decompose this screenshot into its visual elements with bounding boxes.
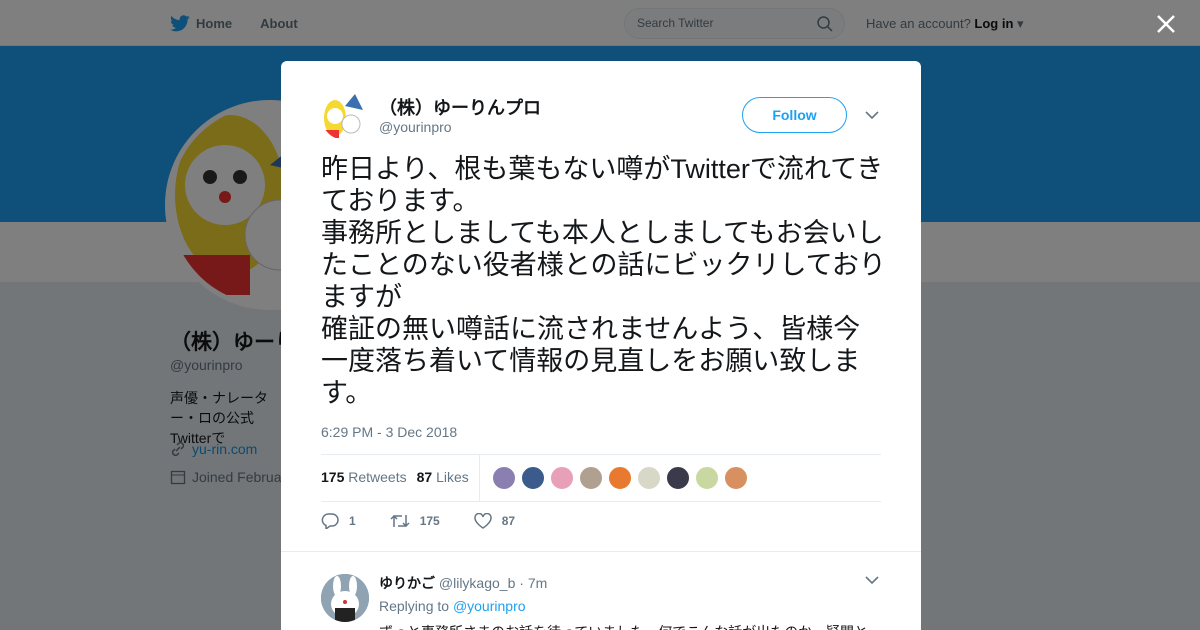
retweets-count: 175: [321, 469, 345, 485]
likes-label: Likes: [436, 469, 469, 485]
reply-separator: ·: [519, 575, 524, 591]
liker-avatar[interactable]: [695, 466, 719, 490]
liker-avatars: [492, 466, 748, 490]
reply-icon: [321, 513, 339, 529]
stats-counts: 175 Retweets 87 Likes: [321, 469, 469, 485]
avatar-illustration: [321, 574, 369, 622]
replying-prefix: Replying to: [379, 598, 450, 614]
retweets-label: Retweets: [348, 469, 407, 485]
reply-button[interactable]: 1: [321, 513, 356, 529]
reply-author-name[interactable]: ゆりかご: [379, 575, 435, 591]
follow-button[interactable]: Follow: [742, 97, 847, 133]
tweet-modal: （株）ゆーりんプロ @yourinpro Follow 昨日より、根も葉もない噂…: [281, 61, 921, 630]
like-count: 87: [501, 514, 516, 528]
stats-divider: [479, 455, 480, 501]
tweet-author-handle[interactable]: @yourinpro: [379, 119, 452, 135]
tweet-actions: 1 175 87: [321, 513, 549, 529]
liker-avatar[interactable]: [492, 466, 516, 490]
replying-to: Replying to @yourinpro: [379, 598, 526, 614]
liker-avatar[interactable]: [724, 466, 748, 490]
liker-avatar[interactable]: [521, 466, 545, 490]
heart-icon: [473, 513, 492, 529]
like-button[interactable]: 87: [473, 513, 516, 529]
likes-stat[interactable]: 87 Likes: [417, 469, 469, 485]
reply-count: 1: [349, 514, 356, 528]
avatar-illustration: [321, 92, 369, 140]
liker-avatar[interactable]: [550, 466, 574, 490]
reply-time[interactable]: 7m: [528, 575, 547, 591]
chevron-down-icon[interactable]: [865, 575, 879, 585]
liker-avatar[interactable]: [579, 466, 603, 490]
liker-avatar[interactable]: [637, 466, 661, 490]
likes-count: 87: [416, 469, 433, 485]
tweet-author-name[interactable]: （株）ゆーりんプロ: [379, 94, 541, 120]
tweet-text: 昨日より、根も葉もない噂がTwitterで流れてきております。 事務所としまして…: [321, 154, 886, 408]
tweet-stats: 175 Retweets 87 Likes: [321, 454, 881, 502]
reply-text: ずっと事務所さまのお話を待っていました。何でこんな話が出たのか、疑問と: [379, 622, 879, 630]
tweet-timestamp[interactable]: 6:29 PM - 3 Dec 2018: [321, 424, 457, 440]
close-icon[interactable]: [1152, 10, 1180, 38]
retweet-count: 175: [419, 514, 440, 528]
tweet-avatar[interactable]: [321, 92, 369, 140]
retweet-icon: [390, 514, 410, 528]
liker-avatar[interactable]: [666, 466, 690, 490]
retweets-stat[interactable]: 175 Retweets: [321, 469, 407, 485]
reply-avatar[interactable]: [321, 574, 369, 622]
chevron-down-icon[interactable]: [865, 110, 879, 120]
retweet-button[interactable]: 175: [390, 513, 440, 529]
reply-author-handle[interactable]: @lilykago_b: [439, 575, 515, 591]
liker-avatar[interactable]: [608, 466, 632, 490]
reply-divider: [281, 551, 921, 552]
replying-to-link[interactable]: @yourinpro: [453, 598, 526, 614]
reply-header: ゆりかご @lilykago_b · 7m: [379, 573, 547, 593]
